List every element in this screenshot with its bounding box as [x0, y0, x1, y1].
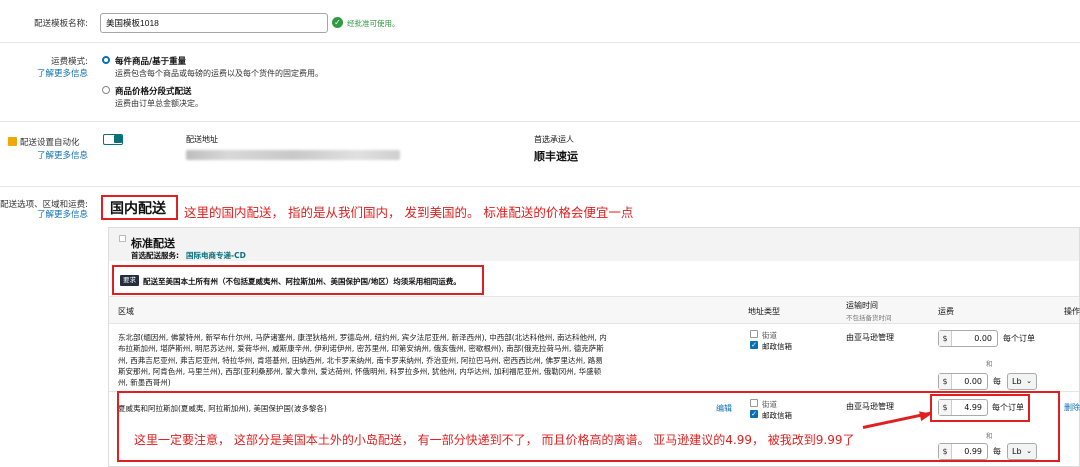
option-per-item-title: 每件商品/基于重量	[115, 57, 187, 67]
carrier-value: 顺丰速运	[534, 150, 578, 163]
row1-fee-item-unit: 每	[993, 377, 1001, 386]
requirement-badge: 要求	[120, 275, 139, 286]
option-per-item-desc: 运费包含每个商品或每磅的运费以及每个货件的固定费用。	[115, 69, 323, 78]
row1-pobox-checkbox[interactable]: ✓	[750, 341, 758, 349]
row2-delete-link[interactable]: 删除	[1064, 402, 1080, 413]
th-transit-sub: 不包括备货时间	[846, 314, 892, 322]
th-fee: 运费	[938, 307, 954, 316]
row1-street-label: 街道	[762, 331, 777, 340]
chevron-down-icon: ⌄	[1026, 377, 1032, 385]
carrier-label: 首选承运人	[534, 135, 574, 144]
standard-panel-header	[109, 228, 1079, 261]
automation-learn-more-link[interactable]: 了解更多信息	[0, 149, 88, 161]
service-label: 首选配送服务:	[131, 251, 179, 260]
ship-address-label: 配送地址	[186, 135, 218, 144]
th-region: 区域	[118, 307, 134, 316]
automation-badge-icon	[8, 137, 17, 146]
row1-fee-sep: 和	[986, 360, 993, 368]
fee-mode-label: 运费模式:	[51, 57, 88, 67]
fee-mode-learn-more-link[interactable]: 了解更多信息	[0, 67, 88, 79]
row1-unit-select-value: Lb	[1012, 377, 1022, 386]
island-annotation-box	[117, 391, 1060, 462]
row1-fee-order-unit: 每个订单	[1003, 334, 1035, 343]
template-name-label: 配送模板名称:	[34, 19, 88, 29]
check-circle-icon: ✓	[332, 17, 343, 28]
requirement-text: 配送至美国本土所有州（不包括夏威夷州、阿拉斯加州、美国保护国/地区）均须采用相同…	[143, 277, 461, 286]
valid-status-text: 经批准可使用。	[347, 19, 400, 28]
row1-pobox-label: 邮政信箱	[762, 342, 792, 351]
row1-fee-order-value: 0.00	[974, 334, 992, 343]
row1-fee-item-input[interactable]: $ 0.00	[938, 373, 988, 390]
options-learn-more-link[interactable]: 了解更多信息	[0, 208, 88, 220]
island-annotation-note: 这里一定要注意， 这部分是美国本土外的小岛配送， 有一部分快递到不了， 而且价格…	[134, 433, 855, 447]
table-header	[109, 296, 1079, 324]
row1-region-text: 东北部(缅因州, 佛蒙特州, 新罕布什尔州, 马萨诸塞州, 康涅狄格州, 罗德岛…	[118, 333, 607, 388]
row1-fee-item-value: 0.00	[964, 377, 982, 386]
domestic-title: 国内配送	[110, 201, 166, 217]
domestic-annotation-note: 这里的国内配送， 指的是从我们国内， 发到美国的。 标准配送的价格会便宜一点	[184, 205, 634, 220]
standard-checkbox[interactable]	[119, 235, 126, 242]
radio-per-item[interactable]	[102, 56, 110, 64]
row1-unit-select[interactable]: Lb ⌄	[1007, 373, 1037, 390]
option-price-tier-desc: 运费由订单总金额决定。	[115, 99, 203, 108]
ship-address-redacted	[186, 150, 400, 160]
automation-label: 配送设置自动化	[20, 138, 80, 148]
row1-transit: 由亚马逊管理	[846, 333, 894, 342]
option-price-tier-title: 商品价格分段式配送	[115, 87, 192, 97]
th-address-type: 地址类型	[748, 307, 780, 316]
currency-symbol: $	[939, 374, 952, 389]
currency-symbol: $	[939, 331, 952, 346]
template-name-input[interactable]	[100, 13, 328, 33]
standard-title: 标准配送	[131, 237, 175, 250]
row1-street-checkbox[interactable]	[750, 330, 758, 338]
price-annotation-box	[930, 394, 1030, 422]
service-value: 国际电商专递-CD	[186, 251, 246, 260]
automation-toggle[interactable]	[103, 134, 123, 145]
th-transit: 运输时间	[846, 301, 878, 310]
row1-fee-order-input[interactable]: $ 0.00	[938, 330, 998, 347]
th-action: 操作	[1064, 307, 1080, 316]
radio-price-tier[interactable]	[102, 86, 110, 94]
